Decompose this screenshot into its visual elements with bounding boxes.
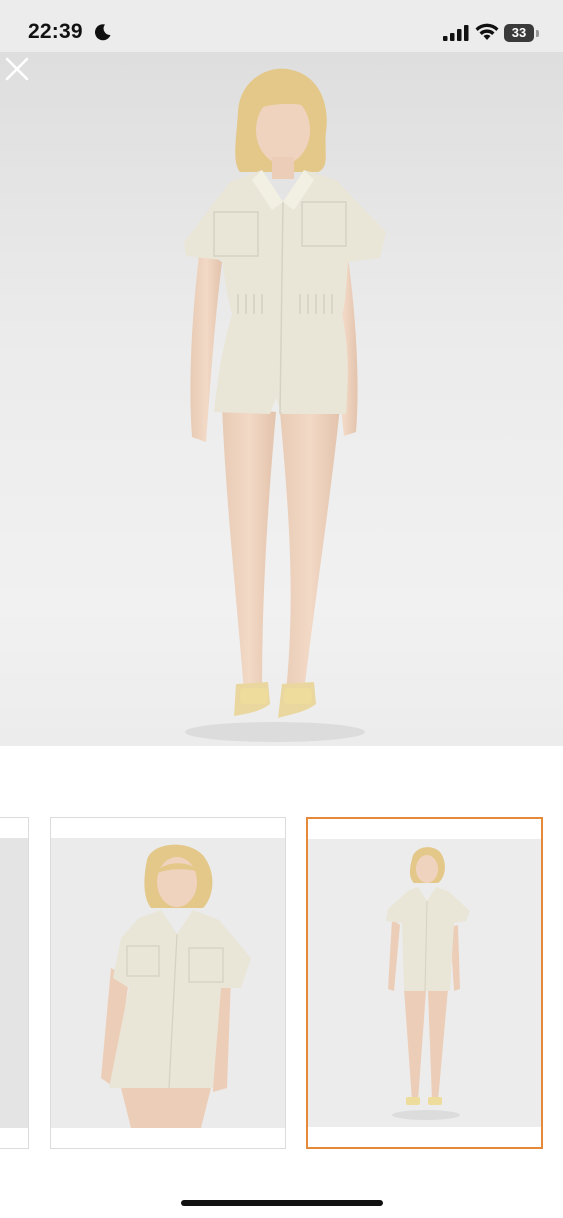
main-product-image[interactable] [0, 52, 563, 746]
thumbnail-photo [308, 839, 541, 1127]
model-photo [184, 68, 386, 742]
home-indicator[interactable] [181, 1200, 383, 1206]
thumbnail-photo [51, 838, 285, 1128]
moon-icon [94, 24, 111, 41]
cellular-signal-icon [443, 25, 469, 41]
thumbnail-2[interactable] [50, 817, 286, 1149]
thumbnail-image [308, 839, 541, 1127]
thumbnail-image [51, 838, 285, 1128]
thumbnail-3-selected[interactable] [306, 817, 543, 1149]
thumbnail-1[interactable] [0, 817, 29, 1149]
thumbnail-image [0, 838, 28, 1128]
thumbnail-strip [0, 817, 563, 1153]
close-button[interactable] [0, 52, 34, 86]
battery-nub [536, 30, 539, 37]
battery-icon: 33 [504, 24, 534, 42]
status-time: 22:39 [28, 20, 83, 43]
wifi-icon [475, 23, 499, 40]
status-bar: 22:39 33 [0, 0, 563, 52]
